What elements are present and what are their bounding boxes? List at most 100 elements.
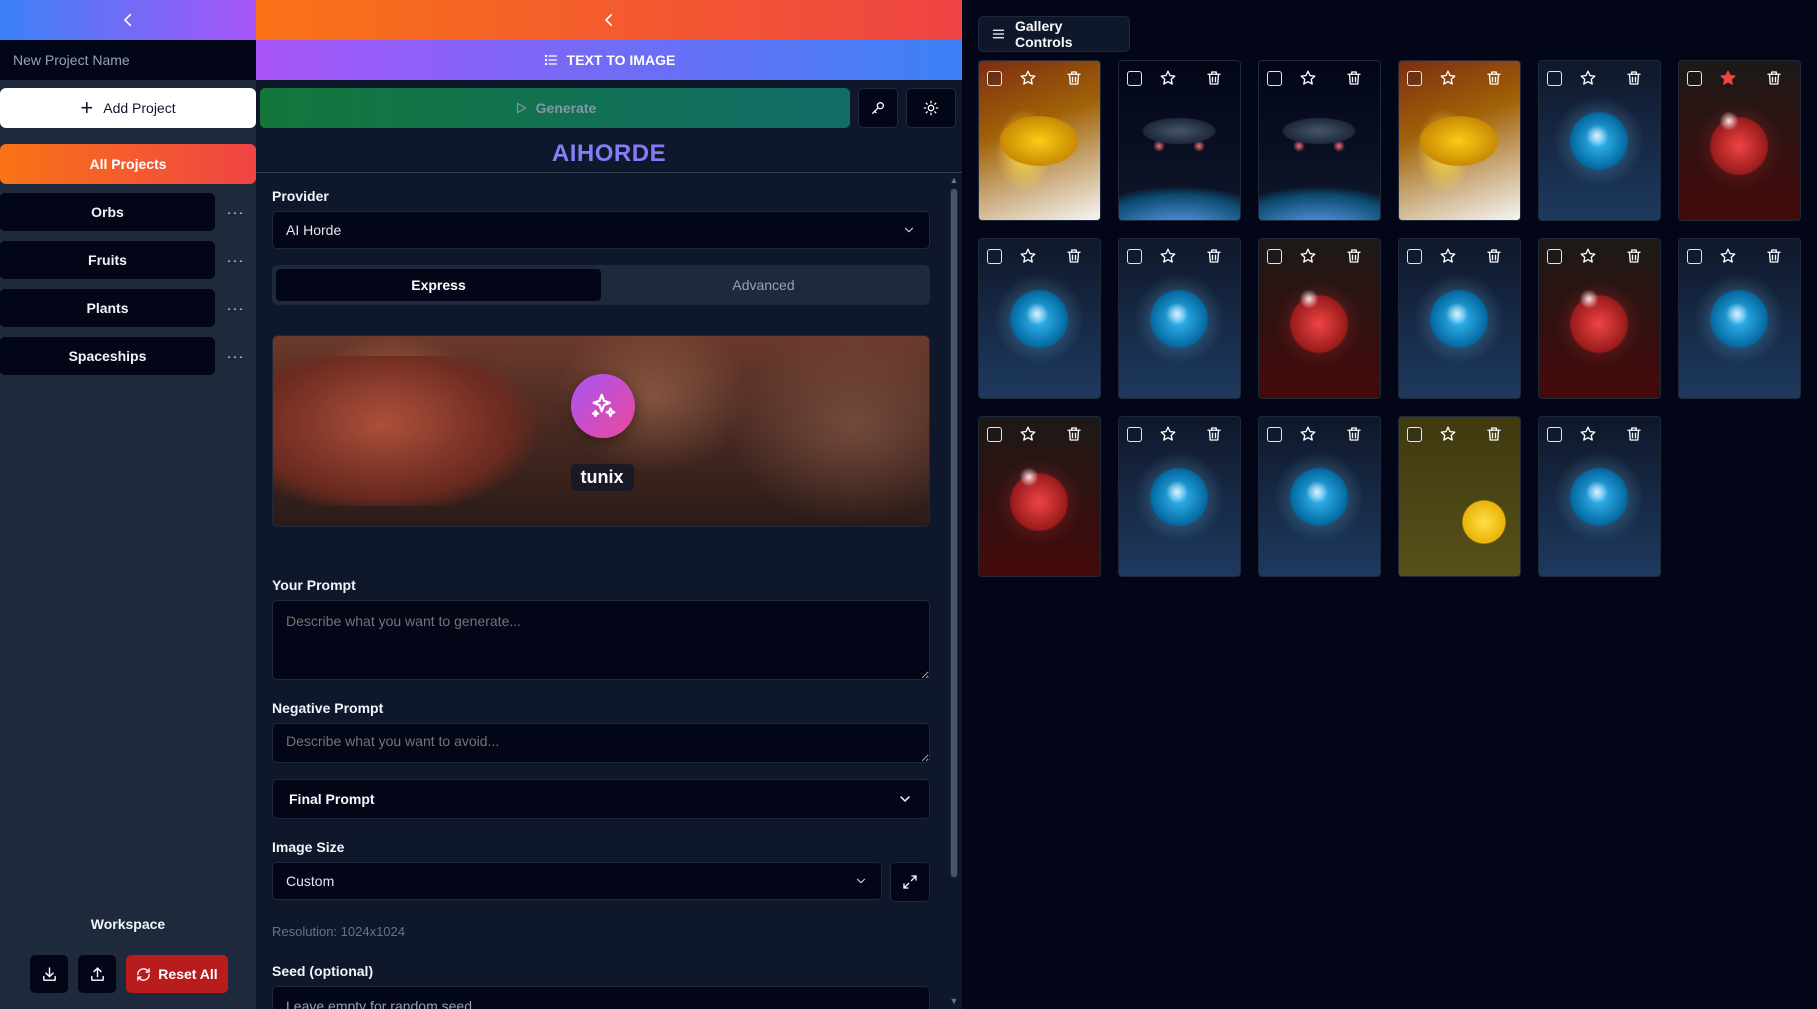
select-checkbox[interactable] bbox=[1407, 71, 1422, 86]
select-checkbox[interactable] bbox=[987, 71, 1002, 86]
image-size-select[interactable]: Custom bbox=[272, 862, 882, 900]
collapse-sidebar-button[interactable] bbox=[0, 0, 256, 40]
delete-button[interactable] bbox=[1205, 425, 1223, 443]
select-checkbox[interactable] bbox=[1407, 427, 1422, 442]
favorite-button[interactable] bbox=[1299, 69, 1317, 87]
select-checkbox[interactable] bbox=[1127, 427, 1142, 442]
favorite-button[interactable] bbox=[1159, 69, 1177, 87]
select-checkbox[interactable] bbox=[987, 249, 1002, 264]
delete-button[interactable] bbox=[1625, 247, 1643, 265]
add-project-button[interactable]: + Add Project bbox=[0, 88, 256, 128]
favorite-button[interactable] bbox=[1719, 69, 1737, 87]
select-checkbox[interactable] bbox=[1687, 71, 1702, 86]
gallery-thumbnail[interactable] bbox=[1538, 60, 1661, 221]
delete-button[interactable] bbox=[1065, 425, 1083, 443]
download-button[interactable] bbox=[30, 955, 68, 993]
delete-button[interactable] bbox=[1765, 69, 1783, 87]
delete-button[interactable] bbox=[1485, 69, 1503, 87]
gallery-thumbnail[interactable] bbox=[1678, 238, 1801, 399]
project-more-button[interactable]: ··· bbox=[215, 252, 256, 269]
select-checkbox[interactable] bbox=[1127, 71, 1142, 86]
gallery-thumbnail[interactable] bbox=[1398, 238, 1521, 399]
favorite-button[interactable] bbox=[1579, 247, 1597, 265]
delete-button[interactable] bbox=[1345, 69, 1363, 87]
delete-button[interactable] bbox=[1345, 425, 1363, 443]
gallery-thumbnail[interactable] bbox=[1118, 416, 1241, 577]
select-checkbox[interactable] bbox=[1267, 249, 1282, 264]
expand-size-button[interactable] bbox=[890, 862, 930, 902]
delete-button[interactable] bbox=[1625, 425, 1643, 443]
select-checkbox[interactable] bbox=[1547, 71, 1562, 86]
project-button-orbs[interactable]: Orbs bbox=[0, 193, 215, 231]
provider-select[interactable]: AI Horde bbox=[272, 211, 930, 249]
favorite-button[interactable] bbox=[1719, 247, 1737, 265]
tab-advanced[interactable]: Advanced bbox=[601, 269, 926, 301]
scrollbar-thumb[interactable] bbox=[950, 188, 958, 878]
negative-prompt-input[interactable] bbox=[272, 723, 930, 763]
seed-input[interactable]: Leave empty for random seed bbox=[272, 986, 930, 1009]
gallery-thumbnail[interactable] bbox=[1398, 416, 1521, 577]
mode-selector[interactable]: TEXT TO IMAGE bbox=[256, 40, 962, 80]
select-checkbox[interactable] bbox=[1127, 249, 1142, 264]
delete-button[interactable] bbox=[1205, 69, 1223, 87]
gallery-thumbnail[interactable] bbox=[978, 60, 1101, 221]
select-checkbox[interactable] bbox=[1547, 249, 1562, 264]
final-prompt-toggle[interactable]: Final Prompt bbox=[272, 779, 930, 819]
delete-button[interactable] bbox=[1065, 69, 1083, 87]
favorite-button[interactable] bbox=[1579, 425, 1597, 443]
project-more-button[interactable]: ··· bbox=[215, 348, 256, 365]
select-checkbox[interactable] bbox=[1267, 71, 1282, 86]
delete-button[interactable] bbox=[1065, 247, 1083, 265]
project-button-plants[interactable]: Plants bbox=[0, 289, 215, 327]
gallery-thumbnail[interactable] bbox=[1258, 238, 1381, 399]
gallery-thumbnail[interactable] bbox=[1118, 60, 1241, 221]
favorite-button[interactable] bbox=[1439, 69, 1457, 87]
reset-all-button[interactable]: Reset All bbox=[126, 955, 228, 993]
gallery-thumbnail[interactable] bbox=[1538, 416, 1661, 577]
favorite-button[interactable] bbox=[1159, 247, 1177, 265]
select-checkbox[interactable] bbox=[1687, 249, 1702, 264]
prompt-input[interactable] bbox=[272, 600, 930, 680]
gallery-thumbnail[interactable] bbox=[1258, 60, 1381, 221]
favorite-button[interactable] bbox=[1299, 247, 1317, 265]
favorite-button[interactable] bbox=[1159, 425, 1177, 443]
project-more-button[interactable]: ··· bbox=[215, 204, 256, 221]
favorite-button[interactable] bbox=[1019, 69, 1037, 87]
project-name-input[interactable] bbox=[0, 40, 256, 80]
project-more-button[interactable]: ··· bbox=[215, 300, 256, 317]
gallery-thumbnail[interactable] bbox=[1678, 60, 1801, 221]
delete-button[interactable] bbox=[1345, 247, 1363, 265]
select-checkbox[interactable] bbox=[1267, 427, 1282, 442]
settings-button[interactable] bbox=[906, 88, 956, 128]
select-checkbox[interactable] bbox=[1547, 427, 1562, 442]
gallery-thumbnail[interactable] bbox=[1398, 60, 1521, 221]
favorite-button[interactable] bbox=[1579, 69, 1597, 87]
project-button-spaceships[interactable]: Spaceships bbox=[0, 337, 215, 375]
delete-button[interactable] bbox=[1765, 247, 1783, 265]
tab-express[interactable]: Express bbox=[276, 269, 601, 301]
favorite-button[interactable] bbox=[1299, 425, 1317, 443]
delete-button[interactable] bbox=[1205, 247, 1223, 265]
project-button-fruits[interactable]: Fruits bbox=[0, 241, 215, 279]
delete-button[interactable] bbox=[1485, 425, 1503, 443]
delete-button[interactable] bbox=[1625, 69, 1643, 87]
gallery-controls-button[interactable]: Gallery Controls bbox=[978, 16, 1130, 52]
favorite-button[interactable] bbox=[1019, 247, 1037, 265]
collapse-panel-button[interactable] bbox=[256, 0, 962, 40]
scroll-down-icon[interactable]: ▼ bbox=[948, 995, 960, 1007]
select-checkbox[interactable] bbox=[987, 427, 1002, 442]
favorite-button[interactable] bbox=[1019, 425, 1037, 443]
favorite-button[interactable] bbox=[1439, 247, 1457, 265]
gallery-thumbnail[interactable] bbox=[1118, 238, 1241, 399]
generate-button[interactable]: Generate bbox=[260, 88, 850, 128]
all-projects-button[interactable]: All Projects bbox=[0, 144, 256, 184]
panel-scrollbar[interactable]: ▲ ▼ bbox=[948, 172, 960, 1009]
select-checkbox[interactable] bbox=[1407, 249, 1422, 264]
scroll-up-icon[interactable]: ▲ bbox=[948, 174, 960, 186]
delete-button[interactable] bbox=[1485, 247, 1503, 265]
favorite-button[interactable] bbox=[1439, 425, 1457, 443]
gallery-thumbnail[interactable] bbox=[978, 416, 1101, 577]
model-card[interactable]: tunix bbox=[272, 335, 930, 527]
gallery-thumbnail[interactable] bbox=[1258, 416, 1381, 577]
gallery-thumbnail[interactable] bbox=[978, 238, 1101, 399]
